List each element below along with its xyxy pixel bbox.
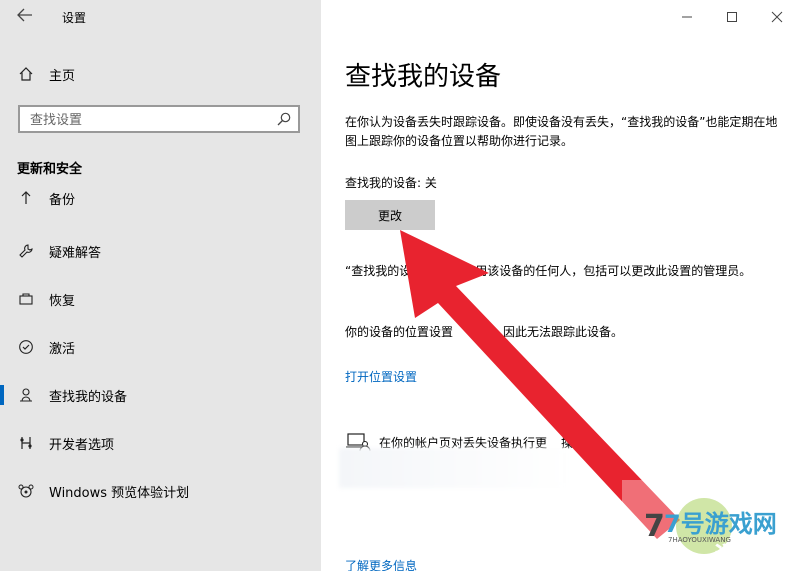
change-button[interactable]: 更改 xyxy=(345,200,435,230)
sidebar-item-troubleshoot[interactable]: 疑难解答 xyxy=(0,231,321,271)
sidebar-item-label: 查找我的设备 xyxy=(49,389,128,405)
sidebar-item-label: Windows 预览体验计划 xyxy=(49,485,190,501)
recovery-icon xyxy=(16,291,36,307)
maximize-icon[interactable] xyxy=(717,6,747,28)
svg-text:游戏: 游戏 xyxy=(714,543,766,571)
active-indicator xyxy=(0,385,4,405)
section-title: 更新和安全 xyxy=(17,162,83,177)
check-circle-icon xyxy=(16,339,36,355)
sidebar-item-backup[interactable]: 备份 xyxy=(0,186,321,224)
sidebar-item-label: 疑难解答 xyxy=(49,245,102,261)
location-note: 你的设备的位置设置 闭，因此无法跟踪此设备。 xyxy=(345,323,780,342)
impact-note-start: “查找我的设 xyxy=(345,264,412,278)
location-note-end: 闭，因此无法跟踪此设备。 xyxy=(479,325,624,339)
sidebar-item-recovery[interactable]: 恢复 xyxy=(0,279,321,319)
sidebar-item-activation[interactable]: 激活 xyxy=(0,327,321,367)
status-text: 查找我的设备: 关 xyxy=(345,176,437,190)
sidebar-item-label: 主页 xyxy=(49,68,76,84)
description-text: 在你认为设备丢失时跟踪设备。即使设备没有丢失，“查找我的设备”也能定期在地图上跟… xyxy=(345,115,778,148)
watermark-brand: 7号游戏网 xyxy=(664,510,777,538)
page-title: 查找我的设备 xyxy=(345,62,502,92)
home-icon xyxy=(16,66,36,82)
watermark-logo: 7 7号游戏网 7HAOYOUXIWANG 游戏 xyxy=(622,480,802,571)
svg-text:7: 7 xyxy=(644,509,665,544)
sidebar-item-label: 恢复 xyxy=(49,293,76,309)
search-box[interactable] xyxy=(18,105,300,133)
sidebar-item-label: 备份 xyxy=(49,192,76,208)
minimize-icon[interactable] xyxy=(672,6,702,28)
sidebar-item-insider[interactable]: Windows 预览体验计划 xyxy=(0,471,321,511)
location-settings-link[interactable]: 打开位置设置 xyxy=(345,368,417,385)
search-icon[interactable] xyxy=(276,111,292,127)
insider-icon xyxy=(16,483,36,499)
learn-more-link[interactable]: 了解更多信息 xyxy=(345,557,417,571)
window-title: 设置 xyxy=(62,11,87,25)
sidebar-item-home[interactable]: 主页 xyxy=(0,54,321,94)
close-icon[interactable] xyxy=(762,6,792,28)
developer-icon xyxy=(16,435,36,451)
sidebar-item-label: 开发者选项 xyxy=(49,437,115,453)
backup-icon xyxy=(16,190,36,206)
search-input[interactable] xyxy=(28,110,272,130)
blurred-region xyxy=(339,448,569,488)
wrench-icon xyxy=(16,243,36,259)
sidebar: 设置 主页 更新和安全 备份 疑难解答 恢复 激活 xyxy=(0,0,321,571)
sidebar-item-developer[interactable]: 开发者选项 xyxy=(0,423,321,463)
back-arrow-icon[interactable] xyxy=(14,7,36,27)
impact-note-end: 响使用该设备的任何人，包括可以更改此设置的管理员。 xyxy=(451,264,752,278)
impact-note: “查找我的设 响使用该设备的任何人，包括可以更改此设置的管理员。 xyxy=(345,262,780,281)
sidebar-item-label: 激活 xyxy=(49,341,76,357)
sidebar-item-find-my-device[interactable]: 查找我的设备 xyxy=(0,375,321,415)
person-icon xyxy=(16,387,36,403)
location-note-start: 你的设备的位置设置 xyxy=(345,325,454,339)
